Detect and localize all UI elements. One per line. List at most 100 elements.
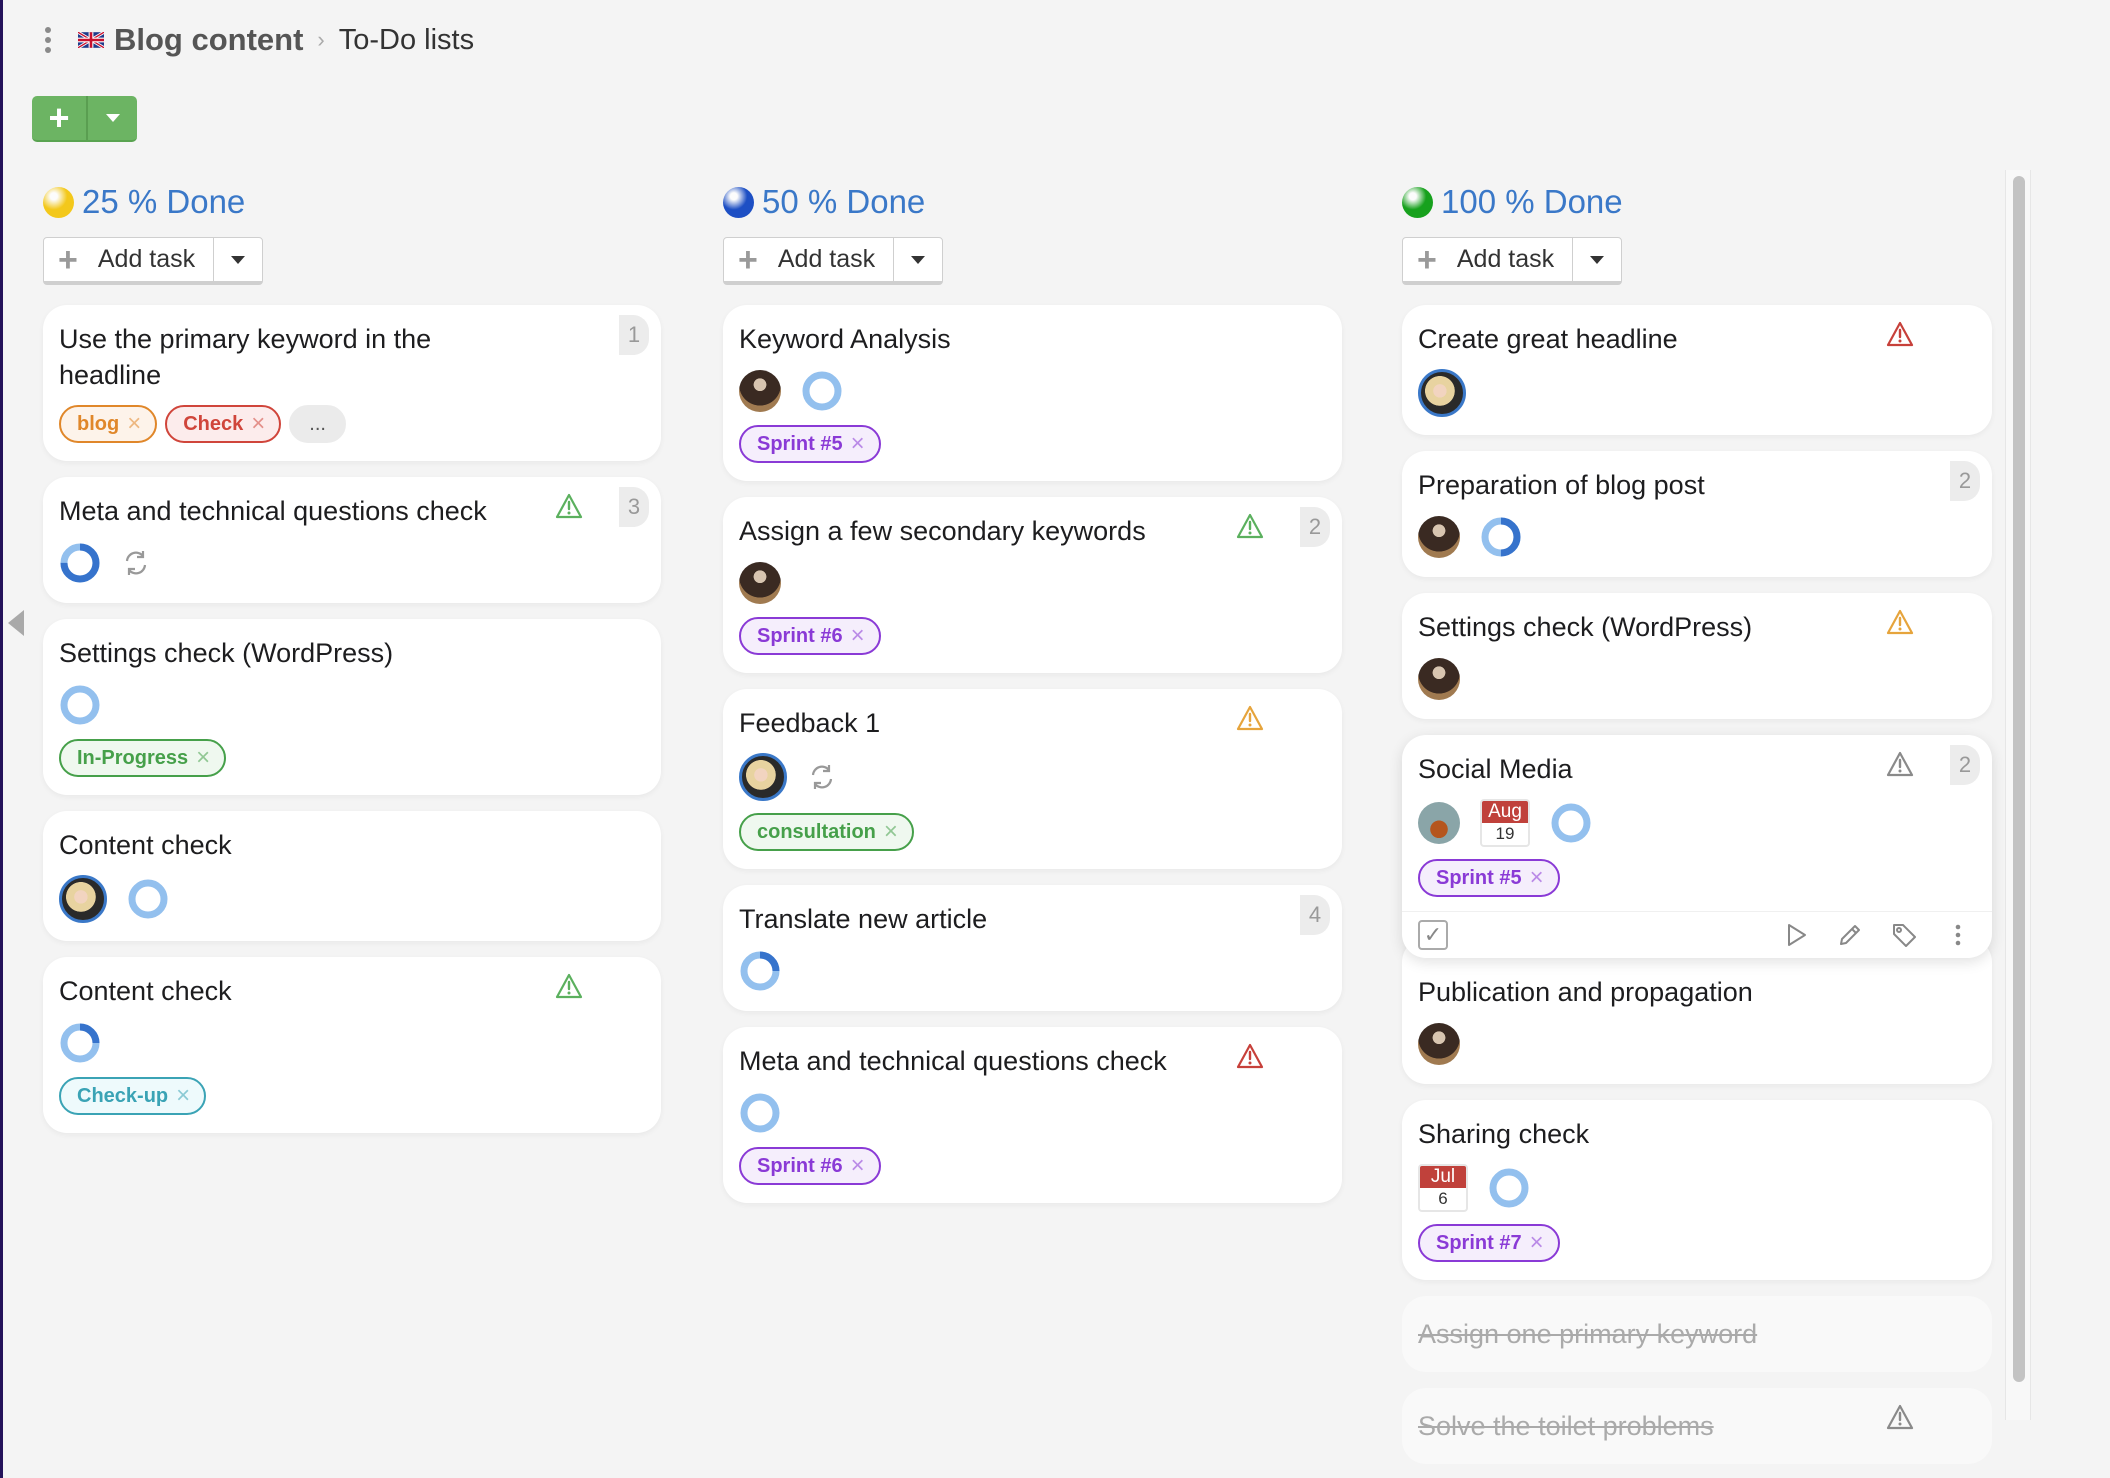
- tag-chip[interactable]: Sprint #6 ×: [739, 1147, 881, 1185]
- column-title[interactable]: 25 % Done: [82, 183, 245, 221]
- board-scrollbar[interactable]: [2005, 170, 2031, 1420]
- remove-tag-icon[interactable]: ×: [251, 410, 265, 438]
- assignee-avatar[interactable]: [1418, 369, 1466, 417]
- breadcrumb-project[interactable]: Blog content: [114, 22, 303, 58]
- task-card[interactable]: Use the primary keyword in the headline 1…: [43, 305, 661, 461]
- task-card[interactable]: Settings check (WordPress): [1402, 593, 1992, 719]
- task-card[interactable]: Meta and technical questions check Sprint…: [723, 1027, 1342, 1203]
- task-meta-row: Jul 6: [1418, 1164, 1976, 1212]
- tag-icon[interactable]: [1890, 921, 1918, 949]
- due-month: Jul: [1420, 1166, 1466, 1188]
- add-task-dropdown-button[interactable]: [214, 238, 262, 281]
- tag-list: consultation ×: [739, 813, 1326, 851]
- task-title: Keyword Analysis: [739, 324, 951, 354]
- tag-label: consultation: [757, 820, 876, 843]
- task-card[interactable]: Create great headline: [1402, 305, 1992, 435]
- more-tags-button[interactable]: ...: [289, 405, 346, 443]
- task-card[interactable]: Translate new article 4: [723, 885, 1342, 1011]
- tag-chip[interactable]: consultation ×: [739, 813, 914, 851]
- task-title: Assign one primary keyword: [1418, 1319, 1758, 1349]
- tag-list: Sprint #5 ×: [1418, 859, 1976, 897]
- task-card[interactable]: Meta and technical questions check 3: [43, 477, 661, 603]
- task-meta-row: [1418, 369, 1976, 417]
- task-meta-row: [59, 683, 645, 727]
- assignee-avatar[interactable]: [739, 562, 781, 604]
- add-list-button[interactable]: +: [32, 96, 88, 140]
- add-task-button[interactable]: + Add task: [1403, 238, 1574, 281]
- task-meta-row: [59, 875, 645, 923]
- assignee-avatar[interactable]: [1418, 1023, 1460, 1065]
- remove-tag-icon[interactable]: ×: [851, 430, 865, 458]
- collapse-sidebar-icon[interactable]: [8, 610, 24, 636]
- warning-icon: [1886, 751, 1914, 777]
- task-card[interactable]: Assign a few secondary keywords 2 Sprint #…: [723, 497, 1342, 673]
- scrollbar-thumb[interactable]: [2013, 176, 2025, 1382]
- add-task-button[interactable]: + Add task: [44, 238, 215, 281]
- task-card[interactable]: Solve the toilet problems: [1402, 1388, 1992, 1464]
- assignee-avatar[interactable]: [1418, 658, 1460, 700]
- add-list-dropdown-button[interactable]: [88, 96, 137, 140]
- task-card[interactable]: Preparation of blog post 2: [1402, 451, 1992, 577]
- column-header: 100 % Done: [1402, 180, 1992, 224]
- tag-chip[interactable]: blog ×: [59, 405, 158, 443]
- tag-label: Check: [183, 412, 244, 435]
- task-card[interactable]: Keyword Analysis Sprint #5 ×: [723, 305, 1342, 481]
- add-task-dropdown-button[interactable]: [894, 238, 942, 281]
- assignee-avatar[interactable]: [739, 753, 787, 801]
- tag-chip[interactable]: Check ×: [165, 405, 282, 443]
- task-card[interactable]: Sharing check Jul 6 Sprint #7 ×: [1402, 1100, 1992, 1280]
- remove-tag-icon[interactable]: ×: [196, 744, 210, 772]
- assignee-avatar[interactable]: [59, 875, 107, 923]
- remove-tag-icon[interactable]: ×: [884, 818, 898, 846]
- task-card[interactable]: Settings check (WordPress) In-Progress ×: [43, 619, 661, 795]
- progress-ring-icon: [1551, 803, 1591, 843]
- remove-tag-icon[interactable]: ×: [851, 622, 865, 650]
- progress-ring-icon: [740, 951, 780, 991]
- tag-chip[interactable]: Check-up ×: [59, 1077, 207, 1115]
- task-card[interactable]: Social Media 2 Aug 19 Sprint #5 × ✓: [1402, 735, 1992, 958]
- task-card[interactable]: Assign one primary keyword: [1402, 1296, 1992, 1372]
- assignee-avatar[interactable]: [1418, 516, 1460, 558]
- warning-icon: [1236, 513, 1264, 539]
- task-title: Content check: [59, 830, 232, 860]
- task-card[interactable]: Content check: [43, 811, 661, 941]
- task-meta-row: Aug 19: [1418, 799, 1976, 847]
- tag-chip[interactable]: Sprint #7 ×: [1418, 1224, 1560, 1262]
- progress-ring-icon: [60, 543, 100, 583]
- more-vertical-icon[interactable]: [1944, 921, 1972, 949]
- window-edge: [0, 0, 3, 1478]
- remove-tag-icon[interactable]: ×: [176, 1082, 190, 1110]
- tag-chip[interactable]: Sprint #6 ×: [739, 617, 881, 655]
- task-card[interactable]: Publication and propagation: [1402, 938, 1992, 1084]
- pencil-icon[interactable]: [1836, 921, 1864, 949]
- remove-tag-icon[interactable]: ×: [1530, 864, 1544, 892]
- remove-tag-icon[interactable]: ×: [127, 410, 141, 438]
- tag-list: Sprint #6 ×: [739, 1147, 1326, 1185]
- assignee-avatar[interactable]: [1418, 802, 1460, 844]
- add-task-label: Add task: [1456, 245, 1555, 273]
- task-meta-row: [1418, 657, 1976, 701]
- tag-chip[interactable]: Sprint #5 ×: [1418, 859, 1560, 897]
- tag-chip[interactable]: In-Progress ×: [59, 739, 227, 777]
- plus-icon: +: [738, 240, 758, 279]
- add-task-button[interactable]: + Add task: [724, 238, 895, 281]
- tag-chip[interactable]: Sprint #5 ×: [739, 425, 881, 463]
- warning-icon: [555, 493, 583, 519]
- checkbox-icon[interactable]: ✓: [1418, 920, 1448, 950]
- due-date-icon: Aug 19: [1480, 799, 1530, 847]
- task-card[interactable]: Feedback 1 consultation ×: [723, 689, 1342, 869]
- play-icon[interactable]: [1782, 921, 1810, 949]
- tag-list: In-Progress ×: [59, 739, 645, 777]
- add-task-dropdown-button[interactable]: [1573, 238, 1621, 281]
- column-title[interactable]: 50 % Done: [762, 183, 925, 221]
- more-options-icon[interactable]: [40, 24, 56, 56]
- remove-tag-icon[interactable]: ×: [851, 1152, 865, 1180]
- tag-label: Sprint #5: [757, 432, 843, 455]
- progress-ring-icon: [128, 879, 168, 919]
- task-card[interactable]: Content check Check-up ×: [43, 957, 661, 1133]
- column-2: 50 % Done + Add task Keyword Analysis Sprint…: [723, 180, 1342, 1203]
- column-title[interactable]: 100 % Done: [1441, 183, 1623, 221]
- assignee-avatar[interactable]: [739, 370, 781, 412]
- remove-tag-icon[interactable]: ×: [1530, 1229, 1544, 1257]
- add-task-split-button: + Add task: [1402, 237, 1623, 285]
